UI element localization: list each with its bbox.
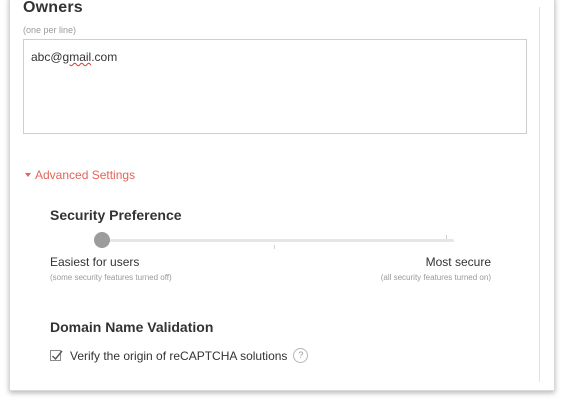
slider-max-label: Most secure (all security features turne… [381, 255, 491, 282]
owners-title: Owners [23, 0, 83, 16]
owners-value-misspelled: gmail [62, 50, 92, 64]
caret-down-icon [25, 173, 31, 177]
checkmark-icon [52, 350, 63, 361]
verify-origin-label[interactable]: Verify the origin of reCAPTCHA solutions [70, 349, 287, 363]
security-slider-track[interactable] [98, 239, 454, 242]
easiest-sublabel: (some security features turned off) [50, 273, 172, 282]
security-preference-title: Security Preference [50, 207, 182, 223]
most-secure-sublabel: (all security features turned on) [380, 273, 491, 282]
security-slider-thumb[interactable] [94, 232, 110, 248]
advanced-settings-toggle[interactable]: Advanced Settings [25, 168, 135, 182]
verify-origin-row: Verify the origin of reCAPTCHA solutions… [50, 348, 309, 363]
divider [539, 7, 540, 382]
easiest-label: Easiest for users [50, 255, 140, 269]
owners-hint: (one per line) [23, 25, 77, 35]
advanced-settings-label: Advanced Settings [35, 168, 136, 182]
most-secure-label: Most secure [425, 255, 491, 269]
owners-value-prefix: abc@ [31, 50, 63, 64]
owners-value-suffix: .com [91, 50, 118, 64]
slider-tick [446, 235, 447, 239]
owners-textarea[interactable]: abc@gmail.com [23, 39, 527, 134]
verify-origin-checkbox[interactable] [50, 350, 63, 361]
slider-min-label: Easiest for users (some security feature… [50, 255, 172, 282]
slider-tick [274, 245, 275, 249]
question-circle-icon[interactable]: ? [293, 348, 309, 363]
owners-value: abc@gmail.com [31, 50, 117, 64]
domain-validation-title: Domain Name Validation [50, 319, 214, 335]
settings-card: Owners (one per line) abc@gmail.com Adva… [9, 0, 555, 391]
